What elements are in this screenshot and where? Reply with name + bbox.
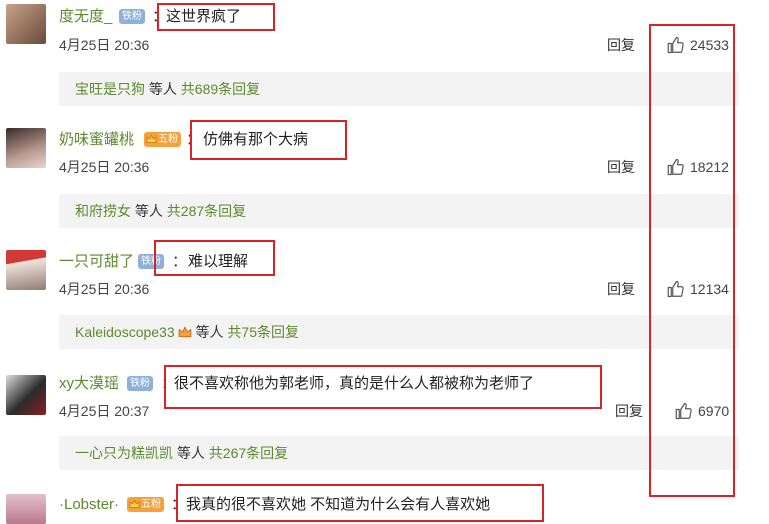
crown-icon — [178, 326, 191, 338]
avatar[interactable] — [6, 250, 46, 290]
avatar[interactable] — [6, 4, 46, 44]
timestamp: 4月25日 20:37 — [59, 403, 150, 419]
replies-summary[interactable]: 宝旺是只狗 等人 共689条回复 — [59, 72, 739, 106]
replies-summary[interactable]: 一心只为糕凯凯 等人 共267条回复 — [59, 436, 739, 470]
username[interactable]: xy大漠瑶 — [59, 375, 119, 393]
fan-badge: 铁粉 — [119, 9, 145, 24]
replies-summary[interactable]: Kaleidoscope33 等人 共75条回复 — [59, 315, 739, 349]
reply-button[interactable]: 回复 — [607, 281, 635, 297]
highlight-box — [157, 3, 275, 31]
reply-button[interactable]: 回复 — [615, 403, 643, 419]
likes-highlight-box — [649, 24, 735, 497]
username[interactable]: 奶味蜜罐桃 — [59, 131, 134, 149]
avatar[interactable] — [6, 128, 46, 168]
username[interactable]: 一只可甜了 — [59, 253, 134, 271]
reply-user[interactable]: 一心只为糕凯凯 — [75, 445, 173, 461]
highlight-box — [190, 120, 347, 160]
avatar[interactable] — [6, 375, 46, 415]
fan-badge: 五粉 — [144, 132, 181, 147]
highlight-box — [154, 240, 275, 276]
reply-button[interactable]: 回复 — [607, 37, 635, 53]
reply-count[interactable]: 共75条回复 — [227, 324, 299, 340]
avatar[interactable] — [6, 494, 46, 524]
reply-user[interactable]: Kaleidoscope33 — [75, 324, 175, 340]
reply-etc: 等人 — [191, 324, 228, 340]
username[interactable]: 度无度_ — [59, 8, 112, 26]
reply-count[interactable]: 共267条回复 — [209, 445, 288, 461]
fan-badge: 铁粉 — [127, 376, 153, 391]
reply-user[interactable]: 宝旺是只狗 — [75, 81, 145, 97]
reply-etc: 等人 — [173, 445, 209, 461]
crown-icon — [146, 134, 157, 144]
reply-button[interactable]: 回复 — [607, 159, 635, 175]
username[interactable]: ·Lobster· — [59, 496, 119, 514]
timestamp: 4月25日 20:36 — [59, 37, 150, 53]
reply-count[interactable]: 共287条回复 — [167, 203, 246, 219]
highlight-box — [176, 484, 544, 522]
highlight-box — [164, 365, 602, 409]
reply-user[interactable]: 和府捞女 — [75, 203, 131, 219]
reply-etc: 等人 — [131, 203, 167, 219]
reply-count[interactable]: 共689条回复 — [181, 81, 260, 97]
fan-badge: 五粉 — [127, 497, 164, 512]
timestamp: 4月25日 20:36 — [59, 281, 150, 297]
reply-etc: 等人 — [145, 81, 181, 97]
crown-icon — [129, 499, 140, 509]
timestamp: 4月25日 20:36 — [59, 159, 150, 175]
replies-summary[interactable]: 和府捞女 等人 共287条回复 — [59, 194, 739, 228]
